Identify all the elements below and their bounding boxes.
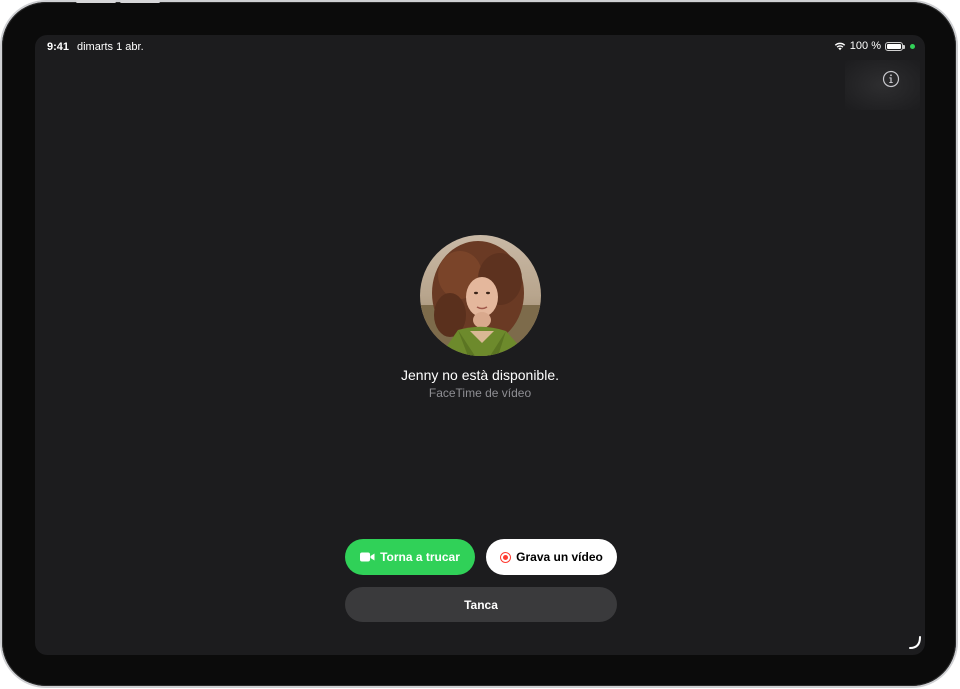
battery-icon bbox=[885, 41, 905, 51]
record-video-label: Grava un vídeo bbox=[516, 550, 603, 564]
battery-percent: 100 % bbox=[849, 40, 881, 52]
close-button[interactable]: Tanca bbox=[345, 587, 617, 622]
info-circle-icon bbox=[882, 70, 900, 88]
hardware-button bbox=[76, 0, 116, 3]
caller-unavailable-message: Jenny no està disponible. bbox=[401, 367, 559, 383]
wifi-icon bbox=[834, 41, 846, 51]
close-label: Tanca bbox=[464, 597, 498, 612]
record-icon bbox=[500, 551, 512, 563]
call-type-label: FaceTime de vídeo bbox=[428, 386, 532, 400]
recording-indicator-dot bbox=[910, 43, 915, 49]
status-date: dimarts 1 abr. bbox=[77, 41, 144, 53]
corner-arc-icon bbox=[909, 636, 921, 649]
hardware-button bbox=[120, 0, 160, 3]
status-time: 9:41 bbox=[47, 41, 70, 53]
status-bar: 9:41 dimarts 1 abr. 100 % bbox=[35, 35, 925, 59]
call-back-button[interactable]: Torna a trucar bbox=[345, 539, 475, 575]
status-indicators: 100 % bbox=[834, 40, 915, 52]
video-camera-icon bbox=[360, 552, 375, 562]
record-video-button[interactable]: Grava un vídeo bbox=[486, 539, 617, 575]
call-back-label: Torna a trucar bbox=[380, 550, 460, 564]
info-button[interactable] bbox=[880, 68, 902, 90]
screen: 9:41 dimarts 1 abr. 100 % Jenny no està … bbox=[35, 35, 925, 655]
contact-avatar bbox=[420, 235, 541, 356]
